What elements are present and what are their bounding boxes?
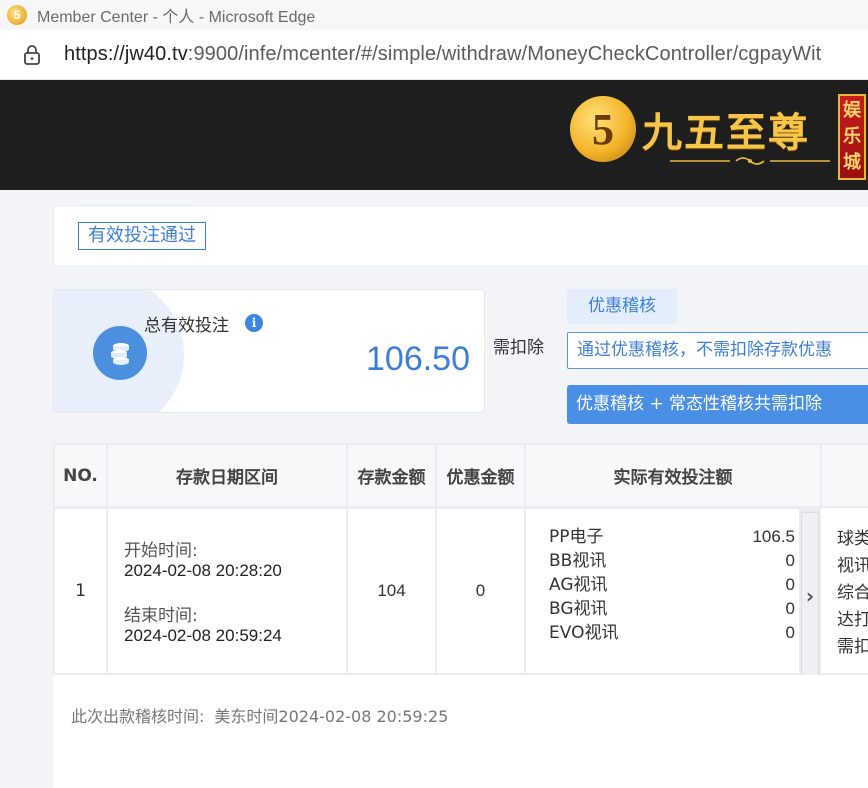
audit-status-card: 有效投注通过 [53, 205, 868, 267]
total-bet-value: 106.50 [366, 340, 470, 378]
extra-line: 视讯 [837, 556, 868, 576]
bet-item: BB视讯 0 [549, 549, 795, 573]
start-time-label: 开始时间: [124, 541, 198, 561]
scroll-right-button[interactable]: › [801, 512, 819, 679]
audit-time-label: 此次出款稽核时间: [71, 707, 205, 726]
bet-item: PP电子 106.5 [549, 525, 795, 549]
brand-tag: 娱 乐 城 [838, 94, 866, 180]
start-time-value: 2024-02-08 20:28:20 [124, 561, 282, 580]
audit-table: NO. 存款日期区间 存款金额 优惠金额 实际有效投注额 1 开始时间: 202… [53, 443, 868, 675]
url-host: jw40.tv [124, 43, 188, 65]
end-time-label: 结束时间: [124, 606, 198, 626]
audit-time-value: 美东时间2024-02-08 20:59:25 [214, 707, 449, 726]
row-effective-bets: PP电子 106.5 BB视讯 0 AG视讯 0 BG视讯 0 EVO视讯 0 [526, 509, 799, 673]
total-bet-card: 总有效投注 i 106.50 [53, 289, 485, 413]
promo-audit-result: 通过优惠稽核，不需扣除存款优惠 [567, 332, 868, 369]
url-path: :9900/infe/mcenter/#/simple/withdraw/Mon… [187, 43, 822, 65]
header-date-range: 存款日期区间 [108, 445, 346, 506]
favicon-mark: 5 [13, 8, 21, 22]
bet-amount: 0 [785, 623, 795, 642]
brand-ornament-icon [670, 157, 830, 165]
bet-amount: 0 [785, 551, 795, 570]
brand-logo: 5 九五至尊 娱 乐 城 [570, 94, 866, 180]
bet-item: AG视讯 0 [549, 573, 795, 597]
bet-game: BB视讯 [549, 551, 607, 571]
bet-amount: 106.5 [752, 527, 795, 546]
site-header: 5 九五至尊 娱 乐 城 [0, 80, 868, 190]
header-effective-bet: 实际有效投注额 [526, 445, 820, 506]
pass-status-tag: 有效投注通过 [78, 222, 206, 250]
row-bonus: 0 [437, 509, 524, 673]
deduct-label: 需扣除 [493, 338, 544, 358]
header-extra [822, 445, 868, 506]
brand-tag-char: 城 [843, 152, 861, 173]
site-favicon-icon: 5 [7, 5, 27, 25]
lock-icon[interactable] [22, 44, 44, 66]
extra-line: 综合 [837, 583, 868, 603]
bet-amount: 0 [785, 575, 795, 594]
audit-footer: 此次出款稽核时间: 美东时间2024-02-08 20:59:25 [53, 675, 868, 788]
bet-game: EVO视讯 [549, 623, 619, 643]
audit-time: 此次出款稽核时间: 美东时间2024-02-08 20:59:25 [71, 703, 448, 727]
brand-emblem-icon: 5 [570, 96, 636, 162]
info-icon[interactable]: i [245, 314, 263, 332]
brand-name: 九五至尊 [642, 109, 810, 156]
row-deposit: 104 [348, 509, 435, 673]
header-bonus: 优惠金额 [437, 445, 524, 506]
address-bar[interactable]: https://jw40.tv:9900/infe/mcenter/#/simp… [0, 30, 868, 80]
bet-item: BG视讯 0 [549, 597, 795, 621]
total-deduct-banner: 优惠稽核 + 常态性稽核共需扣除 [567, 385, 868, 424]
chevron-right-icon: › [805, 583, 815, 608]
coins-icon [93, 326, 147, 380]
row-no: 1 [55, 509, 106, 673]
bet-game: AG视讯 [549, 575, 608, 595]
row-extra-column: 球类 视讯 综合 达打 需扣 [821, 508, 868, 673]
brand-tag-char: 娱 [843, 100, 861, 121]
url-scheme: https:// [64, 43, 125, 65]
browser-title-bar: 5 Member Center - 个人 - Microsoft Edge [0, 0, 868, 30]
total-bet-label: 总有效投注 [144, 316, 229, 336]
header-deposit: 存款金额 [348, 445, 435, 506]
end-time-value: 2024-02-08 20:59:24 [124, 626, 282, 645]
bet-game: BG视讯 [549, 599, 608, 619]
bet-game: PP电子 [549, 527, 604, 547]
bet-item: EVO视讯 0 [549, 621, 795, 645]
header-no: NO. [55, 445, 106, 506]
url-text[interactable]: https://jw40.tv:9900/infe/mcenter/#/simp… [64, 43, 821, 66]
bet-amount: 0 [785, 599, 795, 618]
extra-line: 达打 [837, 610, 868, 630]
promo-audit-tab[interactable]: 优惠稽核 [567, 289, 677, 324]
row-date-range: 开始时间: 2024-02-08 20:28:20 结束时间: 2024-02-… [108, 509, 346, 673]
window-title: Member Center - 个人 - Microsoft Edge [37, 9, 316, 26]
extra-line: 需扣 [837, 637, 868, 657]
extra-line: 球类 [837, 529, 868, 549]
brand-tag-char: 乐 [843, 126, 861, 147]
brand-emblem-mark: 5 [592, 104, 614, 154]
